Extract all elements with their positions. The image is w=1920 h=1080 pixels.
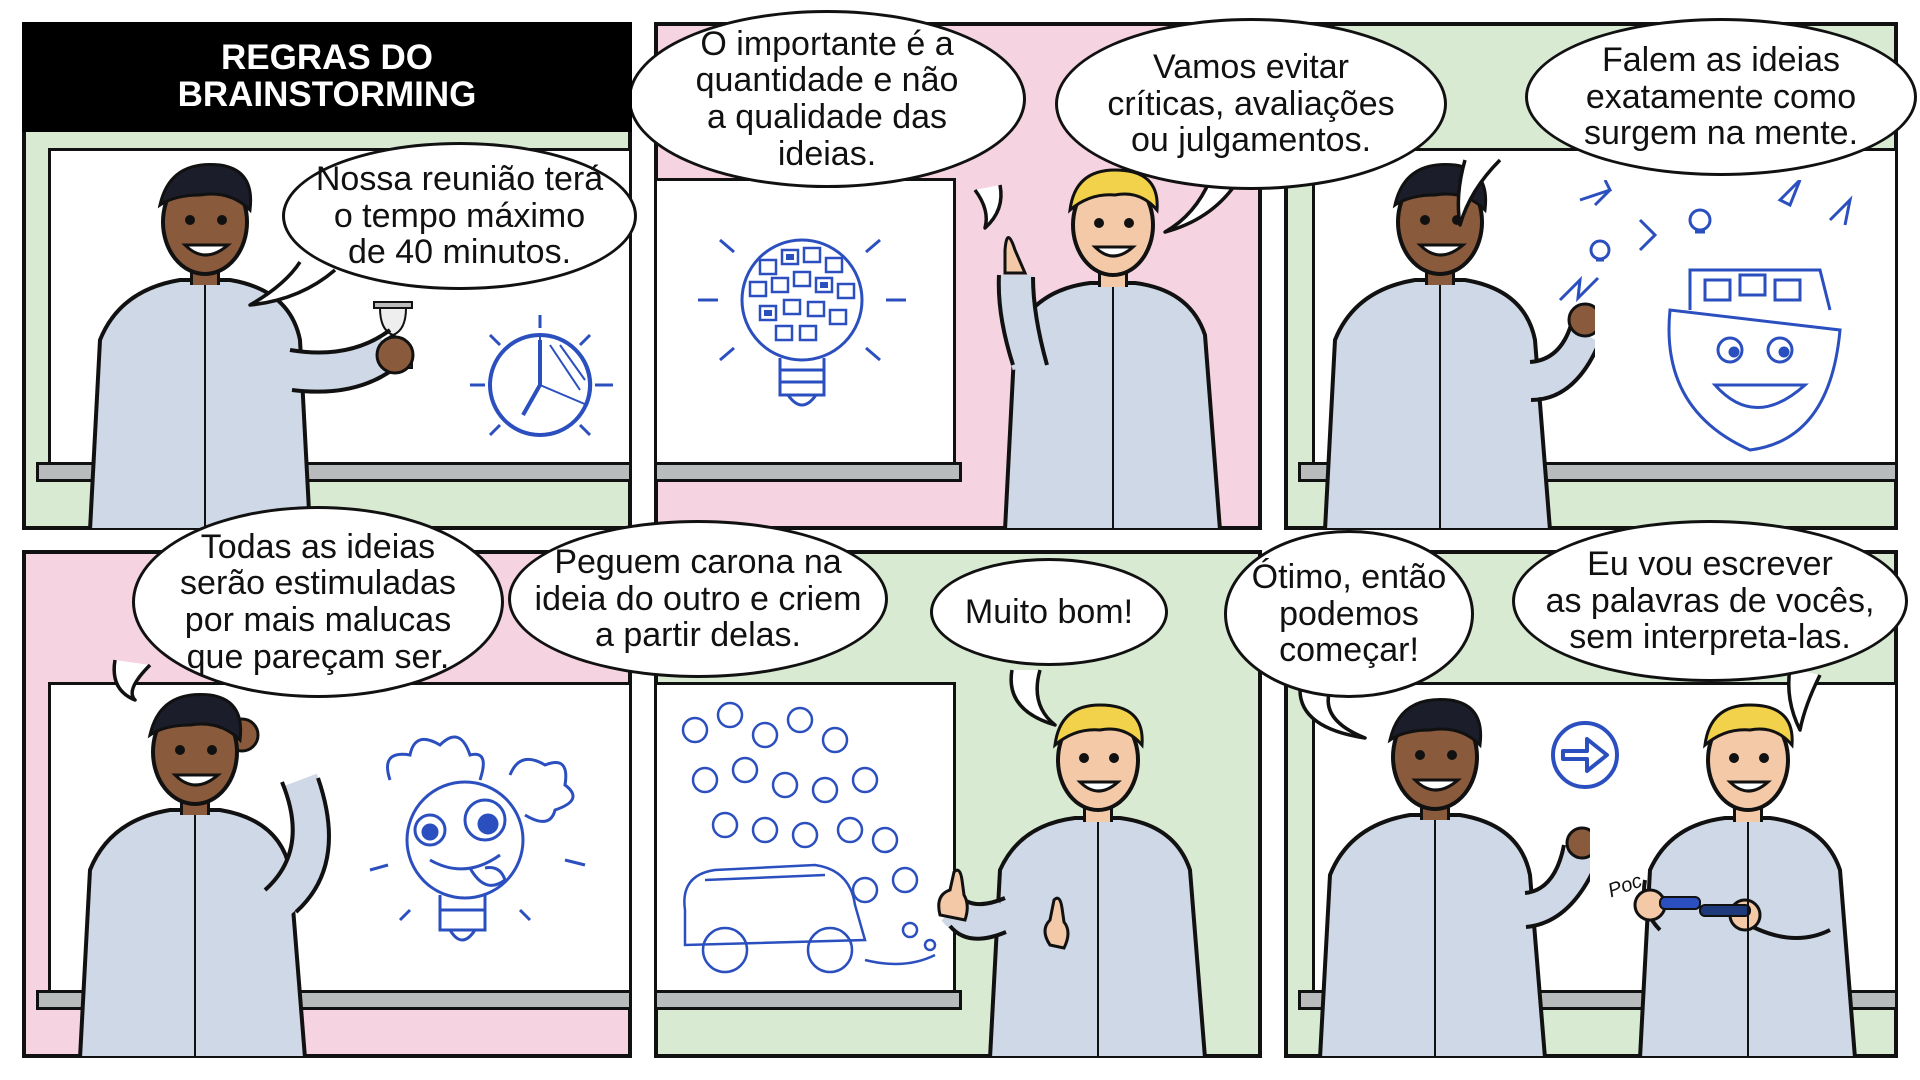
board-ledge-5 <box>654 990 962 1010</box>
bubble-line: Muito bom! <box>964 592 1134 631</box>
bubble-line: Todas as ideias <box>200 527 436 566</box>
bubble-line: a qualidade das <box>706 98 948 136</box>
presenter-blond-with-marker <box>1633 703 1858 1058</box>
bubble-line: críticas, avaliações <box>1107 84 1395 123</box>
car-of-ideas-icon <box>681 701 937 974</box>
speech-bubble-panel-5: Todas as ideias serão estimuladas por ma… <box>132 506 504 698</box>
speech-bubble-panel-2: O importante é a quantidade e não a qual… <box>628 10 1026 188</box>
bubble-line: Peguem carona na <box>554 542 842 581</box>
presenter-dark-hair-thinking <box>77 693 331 1058</box>
comic-title: REGRAS DO BRAINSTORMING <box>22 22 632 132</box>
bubble-line: serão estimuladas <box>180 564 456 603</box>
speech-bubble-panel-6: Peguem carona na ideia do outro e criem … <box>508 520 888 678</box>
speech-bubble-panel-4: Falem as ideias exatamente como surgem n… <box>1525 18 1917 176</box>
marker-icon <box>1659 896 1701 910</box>
bubble-line: Eu vou escrever <box>1587 544 1833 583</box>
speech-bubble-panel-8-left: Ótimo, então podemos começar! <box>1224 530 1474 698</box>
bubble-line: ideia do outro e criem <box>534 579 862 618</box>
presenter-dark-hair-presenting <box>1317 698 1590 1058</box>
bubble-line: Ótimo, então <box>1251 557 1447 596</box>
clock-icon <box>470 315 613 437</box>
bubble-line: começar! <box>1279 631 1419 670</box>
bubble-line: O importante é a <box>700 24 954 63</box>
presenter-dark-hair-gesturing <box>1322 163 1595 530</box>
bubble-line: as palavras de vocês, <box>1545 581 1875 620</box>
bubble-line: exatamente como <box>1585 77 1857 116</box>
bubble-line: Vamos evitar <box>1153 47 1349 86</box>
bubble-line: podemos <box>1279 594 1419 633</box>
bubble-line: surgem na mente. <box>1583 114 1859 153</box>
bubble-line: sem interpreta-las. <box>1569 618 1851 657</box>
bubble-line: ideias. <box>777 134 877 173</box>
speech-bubble-panel-8-right: Eu vou escrever as palavras de vocês, se… <box>1512 520 1908 682</box>
speech-bubble-panel-1: Nossa reunião terá o tempo máximo de 40 … <box>282 142 637 290</box>
bubble-line: quantidade e não <box>695 61 959 100</box>
bubble-line: de 40 minutos. <box>347 233 572 272</box>
board-ledge-2 <box>654 462 962 482</box>
bubble-line: a partir delas. <box>594 616 801 655</box>
speech-bubble-panel-3: Vamos evitar críticas, avaliações ou jul… <box>1055 18 1447 190</box>
presenter-blond-pointing <box>996 168 1223 530</box>
crazy-lightbulb-icon <box>369 735 586 942</box>
bubble-line: Nossa reunião terá <box>315 159 604 198</box>
bubble-line: Falem as ideias <box>1601 40 1841 79</box>
bubble-line: ou julgamentos. <box>1130 121 1372 160</box>
lightbulb-of-notes-icon <box>698 238 906 407</box>
title-line-1: REGRAS DO <box>221 38 433 78</box>
title-line-2: BRAINSTORMING <box>177 75 477 114</box>
presenter-blond-thumbs-up <box>937 703 1208 1058</box>
bubble-line: o tempo máximo <box>333 196 586 235</box>
speech-bubble-panel-7: Muito bom! <box>930 558 1168 666</box>
bubble-line: por mais malucas <box>184 601 452 639</box>
bubble-line: que pareçam ser. <box>186 637 450 676</box>
